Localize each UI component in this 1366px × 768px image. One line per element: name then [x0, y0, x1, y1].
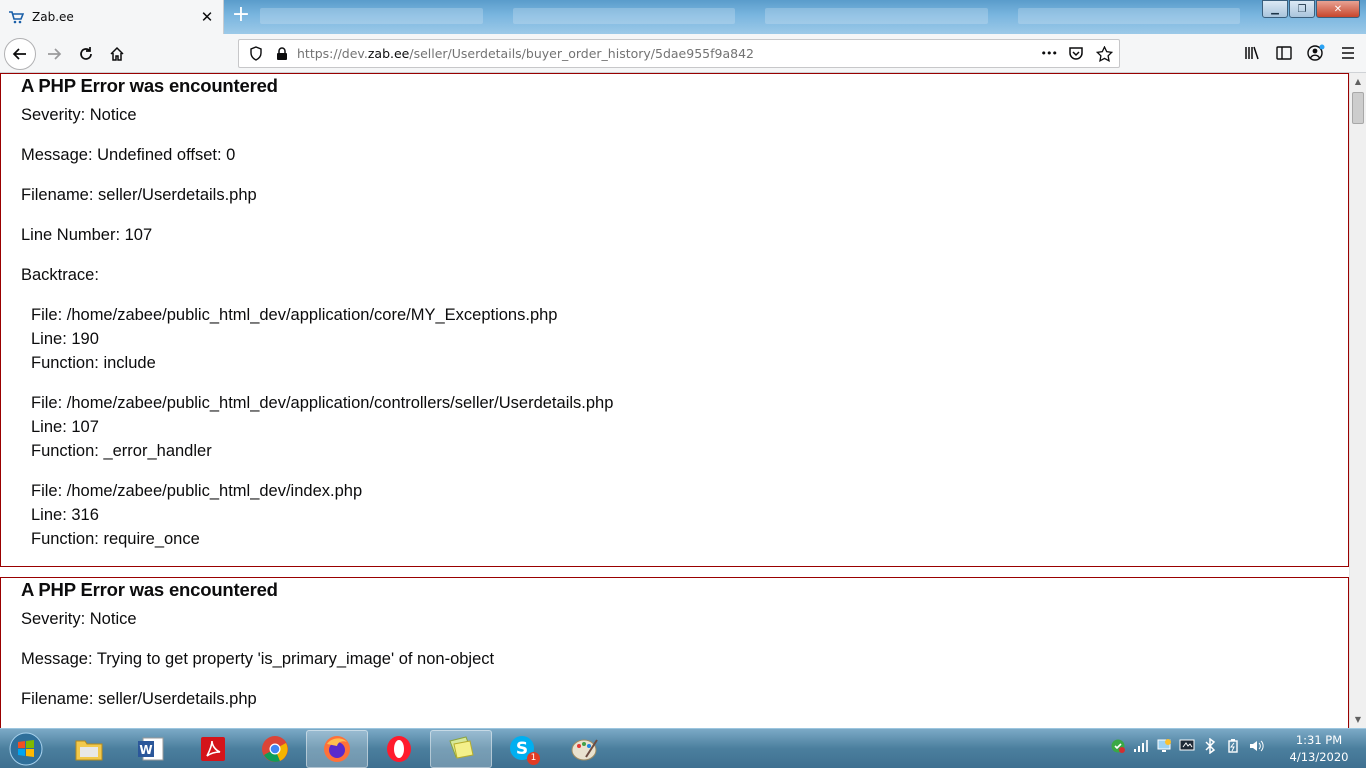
error-severity: Severity: Notice [21, 106, 137, 124]
start-button[interactable] [4, 730, 48, 768]
new-tab-button[interactable]: + [230, 4, 252, 27]
trace-file: File: /home/zabee/public_html_dev/applic… [31, 306, 558, 324]
error-line-number: Line Number: 107 [21, 226, 153, 244]
url-text[interactable]: https://dev.zab.ee/seller/Userdetails/bu… [297, 46, 1041, 61]
forward-arrow-icon [48, 48, 62, 60]
power-icon[interactable] [1225, 738, 1241, 754]
network-monitor-icon[interactable] [1156, 738, 1172, 754]
scrollbar-thumb[interactable] [1352, 92, 1364, 124]
system-clock[interactable]: 1:31 PM 4/13/2020 [1284, 732, 1354, 766]
tab-close-icon[interactable]: ✕ [199, 9, 215, 25]
menu-icon[interactable] [1336, 38, 1360, 68]
backtrace-frame: File: /home/zabee/public_html_dev/index.… [31, 479, 1348, 551]
system-tray [1110, 738, 1264, 754]
trace-file: File: /home/zabee/public_html_dev/applic… [31, 394, 614, 412]
scroll-down-icon[interactable]: ▼ [1350, 711, 1366, 728]
backtrace-frame: File: /home/zabee/public_html_dev/applic… [31, 391, 1348, 463]
taskbar-skype[interactable]: S 1 [492, 730, 554, 768]
minimize-icon[interactable]: ▁ [1262, 0, 1288, 18]
close-window-icon[interactable]: ✕ [1316, 0, 1360, 18]
back-arrow-icon [12, 48, 26, 60]
security-shield-icon[interactable] [1110, 738, 1126, 754]
url-host: zab.ee [367, 46, 410, 61]
url-path: /seller/Userdetails/buyer_order_history/… [409, 46, 754, 61]
clock-date: 4/13/2020 [1289, 750, 1349, 764]
error-message: Message: Undefined offset: 0 [21, 146, 236, 164]
pocket-icon[interactable] [1067, 45, 1085, 63]
trace-function: Function: require_once [31, 530, 200, 548]
taskbar-acrobat[interactable] [182, 730, 244, 768]
error-heading: A PHP Error was encountered [21, 579, 278, 600]
bookmark-star-icon[interactable] [1095, 45, 1113, 63]
error-heading: A PHP Error was encountered [21, 75, 278, 96]
vertical-scrollbar[interactable]: ▲ ▼ [1349, 73, 1366, 728]
back-button[interactable] [4, 38, 36, 70]
page-content: A PHP Error was encountered Severity: No… [0, 73, 1349, 728]
taskbar-explorer[interactable] [58, 730, 120, 768]
library-icon[interactable] [1240, 38, 1264, 68]
url-bar[interactable]: https://dev.zab.ee/seller/Userdetails/bu… [238, 39, 1120, 68]
svg-text:W: W [139, 743, 152, 757]
window-controls: ▁ ❐ ✕ [1261, 0, 1360, 18]
shield-icon[interactable] [247, 45, 265, 63]
tab-title: Zab.ee [32, 10, 74, 24]
home-icon [110, 46, 124, 61]
error-message: Message: Trying to get property 'is_prim… [21, 650, 495, 668]
chrome-icon [262, 736, 288, 762]
skype-badge: 1 [527, 752, 540, 765]
toolbar-right [1240, 38, 1366, 68]
page-actions-icon[interactable]: ••• [1041, 47, 1058, 60]
taskbar-firefox[interactable] [306, 730, 368, 768]
folder-icon [75, 740, 103, 761]
home-button[interactable] [101, 38, 133, 70]
trace-line: Line: 190 [31, 330, 99, 348]
backtrace-frame: File: /home/zabee/public_html_dev/applic… [31, 303, 1348, 375]
error-severity: Severity: Notice [21, 610, 137, 628]
forward-button[interactable] [38, 38, 70, 70]
title-bar: Zab.ee ✕ + ▁ ❐ ✕ [0, 0, 1366, 34]
error-filename: Filename: seller/Userdetails.php [21, 690, 257, 708]
signal-icon[interactable] [1133, 738, 1149, 754]
clock-time: 1:31 PM [1295, 733, 1343, 747]
taskbar-word[interactable]: W [120, 730, 182, 768]
account-icon[interactable] [1304, 38, 1328, 68]
scroll-up-icon[interactable]: ▲ [1350, 73, 1366, 90]
taskbar-chrome[interactable] [244, 730, 306, 768]
error-backtrace-label: Backtrace: [21, 266, 99, 284]
volume-icon[interactable] [1248, 738, 1264, 754]
reload-button[interactable] [70, 38, 102, 70]
cart-icon [8, 9, 24, 25]
trace-function: Function: include [31, 354, 156, 372]
paint-icon [571, 739, 598, 761]
trace-function: Function: _error_handler [31, 442, 212, 460]
php-error-block: A PHP Error was encountered Severity: No… [0, 577, 1349, 728]
bluetooth-icon[interactable] [1202, 738, 1218, 754]
taskbar-sticky-notes[interactable] [430, 730, 492, 768]
navigation-bar: https://dev.zab.ee/seller/Userdetails/bu… [0, 34, 1366, 73]
display-icon[interactable] [1179, 738, 1195, 754]
pdf-icon [201, 737, 225, 761]
restore-icon[interactable]: ❐ [1289, 0, 1315, 18]
sidebar-icon[interactable] [1272, 38, 1296, 68]
trace-line: Line: 316 [31, 506, 99, 524]
windows-logo-icon [9, 732, 43, 766]
sticky-notes-icon [449, 736, 474, 759]
firefox-icon [324, 736, 350, 762]
lock-icon[interactable] [273, 45, 291, 63]
word-icon: W [138, 737, 164, 761]
tab-zabee[interactable]: Zab.ee ✕ [0, 0, 224, 34]
opera-icon [387, 736, 411, 762]
trace-line: Line: 107 [31, 418, 99, 436]
php-error-block: A PHP Error was encountered Severity: No… [0, 73, 1349, 567]
background-tabs [260, 8, 1240, 26]
error-filename: Filename: seller/Userdetails.php [21, 186, 257, 204]
taskbar-opera[interactable] [368, 730, 430, 768]
taskbar-paint[interactable] [554, 730, 616, 768]
url-prefix: https://dev. [297, 46, 368, 61]
taskbar: W S 1 1:31 PM 4/13/2020 [0, 728, 1366, 768]
trace-file: File: /home/zabee/public_html_dev/index.… [31, 482, 363, 500]
reload-icon [80, 47, 92, 60]
